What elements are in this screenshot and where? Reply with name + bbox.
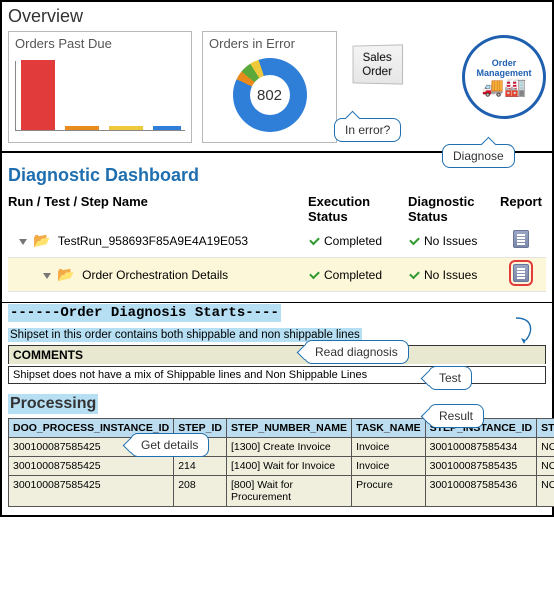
- order-management-badge[interactable]: Order Management 🚚🏭: [462, 35, 546, 119]
- report-icon-highlighted[interactable]: [513, 264, 529, 282]
- table-row[interactable]: 300100087585425 208 [800] Wait for Procu…: [9, 476, 554, 507]
- processing-table: DOO_PROCESS_INSTANCE_ID STEP_ID STEP_NUM…: [8, 418, 554, 507]
- folder-icon: 📂: [57, 266, 74, 282]
- diagnostic-dashboard-panel: Diagnostic Dashboard Run / Test / Step N…: [2, 153, 552, 302]
- bar-1: [21, 60, 55, 130]
- tree-toggle-icon[interactable]: [43, 273, 51, 279]
- callout-in-error: In error?: [334, 118, 401, 142]
- callout-result: Result: [428, 404, 484, 428]
- order-management-icon: 🚚🏭: [482, 78, 527, 96]
- callout-test: Test: [428, 366, 472, 390]
- order-diagnosis-heading: ------Order Diagnosis Starts----: [8, 304, 281, 322]
- tree-toggle-icon[interactable]: [19, 239, 27, 245]
- col-name: Run / Test / Step Name: [8, 194, 308, 224]
- comments-label: COMMENTS: [8, 345, 546, 364]
- orders-past-due-title: Orders Past Due: [15, 36, 185, 51]
- orders-past-due-chart: [15, 55, 185, 145]
- check-icon: [408, 233, 420, 245]
- col-diag: Diagnostic Status: [408, 194, 496, 224]
- table-row[interactable]: 300100087585425 213 [1300] Create Invoic…: [9, 438, 554, 457]
- callout-read-diagnosis: Read diagnosis: [304, 340, 409, 364]
- diagnostic-dashboard-title: Diagnostic Dashboard: [8, 165, 546, 186]
- bar-2: [65, 126, 99, 130]
- overview-panel: Overview Orders Past Due Orders in Error…: [2, 2, 552, 153]
- table-row[interactable]: 300100087585425 214 [1400] Wait for Invo…: [9, 457, 554, 476]
- folder-icon: 📂: [33, 232, 50, 248]
- diag-row-name: TestRun_958693F85A9E4A19E053: [58, 234, 248, 248]
- col-task-name: TASK_NAME: [352, 419, 426, 438]
- col-step-number-name: STEP_NUMBER_NAME: [226, 419, 351, 438]
- bar-3: [109, 126, 143, 130]
- processing-heading: Processing: [8, 394, 98, 414]
- sales-order-tile[interactable]: Sales Order: [353, 44, 404, 84]
- diag-row-orchestration[interactable]: 📂 Order Orchestration Details Completed …: [8, 258, 546, 292]
- orders-in-error-count: 802: [233, 58, 307, 132]
- callout-get-details: Get details: [130, 433, 209, 457]
- orders-past-due-card[interactable]: Orders Past Due: [8, 31, 192, 143]
- col-step-status: STEP_STATUS: [537, 419, 554, 438]
- check-icon: [308, 267, 320, 279]
- check-icon: [308, 233, 320, 245]
- callout-diagnose: Diagnose: [442, 144, 515, 168]
- check-icon: [408, 267, 420, 279]
- orders-in-error-card[interactable]: Orders in Error 802: [202, 31, 337, 143]
- col-exec: Execution Status: [308, 194, 408, 224]
- diag-row-testrun[interactable]: 📂 TestRun_958693F85A9E4A19E053 Completed…: [8, 224, 546, 258]
- overview-heading: Overview: [8, 6, 546, 27]
- report-icon[interactable]: [513, 230, 529, 248]
- order-management-label: Order Management: [465, 58, 543, 78]
- diag-row-name: Order Orchestration Details: [82, 268, 228, 282]
- orders-in-error-title: Orders in Error: [209, 36, 330, 51]
- bar-4: [153, 126, 181, 130]
- orders-in-error-donut: 802: [233, 58, 307, 132]
- col-report: Report: [496, 194, 546, 224]
- diagnostic-columns-header: Run / Test / Step Name Execution Status …: [8, 194, 546, 224]
- arrow-icon: [512, 316, 538, 344]
